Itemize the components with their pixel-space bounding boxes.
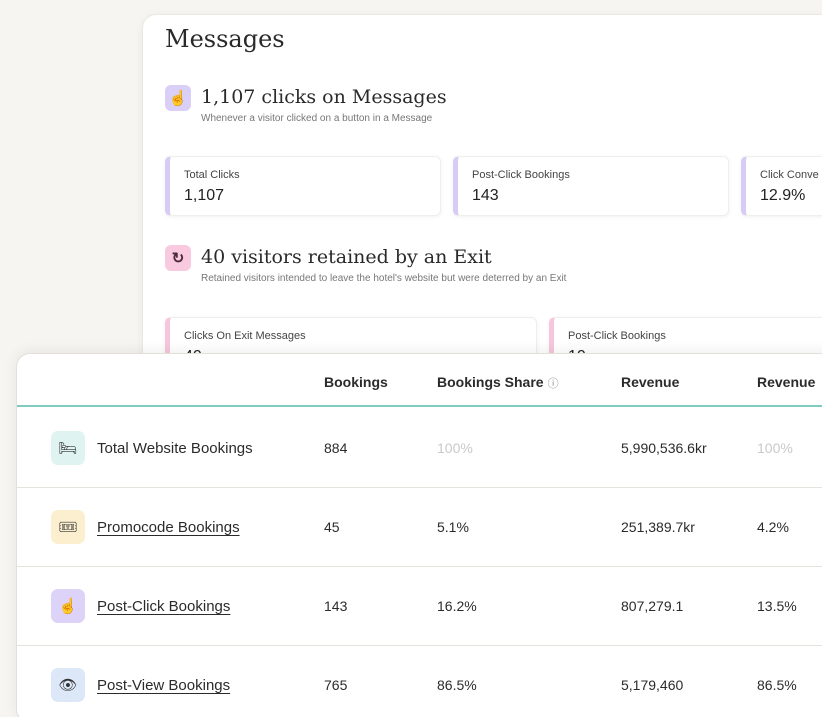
exit-section-header: ↻ 40 visitors retained by an Exit Retain… — [165, 245, 566, 284]
bookings-cell: 45 — [324, 519, 340, 535]
exit-heading: 40 visitors retained by an Exit — [201, 246, 492, 268]
stat-value: 143 — [472, 187, 499, 204]
hand-pointer-icon: ☝ — [51, 589, 85, 623]
clicks-section-header: ☝ 1,107 clicks on Messages Whenever a vi… — [165, 85, 447, 124]
table-row: 🛏 Total Website Bookings 884 100% 5,990,… — [17, 409, 822, 488]
stat-click-conversion: Click Conve 12.9% — [741, 156, 822, 216]
page-title: Messages — [165, 25, 285, 53]
stat-value: 1,107 — [184, 187, 225, 204]
revenue-share-cell: 13.5% — [757, 598, 797, 614]
bed-icon: 🛏 — [51, 431, 85, 465]
table-row: 🎟 Promocode Bookings 45 5.1% 251,389.7kr… — [17, 488, 822, 567]
revenue-cell: 5,990,536.6kr — [621, 440, 707, 456]
table-header: Bookings Bookings Share ⓘ Revenue Revenue — [17, 354, 822, 407]
column-header-label: Bookings Share — [437, 374, 544, 390]
stat-label: Post-Click Bookings — [472, 169, 570, 181]
help-circle-icon[interactable]: ⓘ — [548, 378, 559, 390]
column-header-bookings[interactable]: Bookings — [324, 374, 388, 390]
exit-subtitle: Retained visitors intended to leave the … — [201, 273, 567, 284]
clicks-subtitle: Whenever a visitor clicked on a button i… — [201, 113, 433, 124]
table-row: 👁 Post-View Bookings 765 86.5% 5,179,460… — [17, 646, 822, 717]
row-label: Total Website Bookings — [97, 440, 253, 457]
stat-label: Click Conve — [760, 169, 819, 181]
revenue-share-cell: 4.2% — [757, 519, 789, 535]
hand-pointer-icon: ☝ — [165, 85, 191, 111]
bookings-cell: 765 — [324, 677, 348, 693]
revenue-share-cell: 100% — [757, 440, 793, 456]
share-cell: 100% — [437, 440, 473, 456]
bookings-table: Bookings Bookings Share ⓘ Revenue Revenue… — [16, 353, 822, 717]
share-cell: 86.5% — [437, 677, 477, 693]
eye-icon: 👁 — [51, 668, 85, 702]
share-cell: 5.1% — [437, 519, 469, 535]
share-cell: 16.2% — [437, 598, 477, 614]
stat-total-clicks: Total Clicks 1,107 — [165, 156, 441, 216]
stat-label: Post-Click Bookings — [568, 330, 666, 342]
row-label-link[interactable]: Promocode Bookings — [97, 519, 240, 536]
column-header-revenue-share[interactable]: Revenue — [757, 374, 815, 390]
stat-value: 12.9% — [760, 187, 806, 204]
column-header-bookings-share[interactable]: Bookings Share ⓘ — [437, 374, 559, 391]
bookings-cell: 143 — [324, 598, 348, 614]
column-header-revenue[interactable]: Revenue — [621, 374, 679, 390]
bookings-cell: 884 — [324, 440, 348, 456]
stat-label: Total Clicks — [184, 169, 240, 181]
messages-card: Messages ☝ 1,107 clicks on Messages When… — [142, 14, 822, 374]
revenue-cell: 251,389.7kr — [621, 519, 695, 535]
row-label-link[interactable]: Post-Click Bookings — [97, 598, 230, 615]
row-label-link[interactable]: Post-View Bookings — [97, 677, 230, 694]
stat-post-click-bookings: Post-Click Bookings 143 — [453, 156, 729, 216]
revenue-share-cell: 86.5% — [757, 677, 797, 693]
stat-label: Clicks On Exit Messages — [184, 330, 306, 342]
table-row: ☝ Post-Click Bookings 143 16.2% 807,279.… — [17, 567, 822, 646]
revenue-cell: 5,179,460 — [621, 677, 684, 693]
refresh-icon: ↻ — [165, 245, 191, 271]
ticket-icon: 🎟 — [51, 510, 85, 544]
clicks-heading: 1,107 clicks on Messages — [201, 86, 447, 108]
revenue-cell: 807,279.1 — [621, 598, 684, 614]
